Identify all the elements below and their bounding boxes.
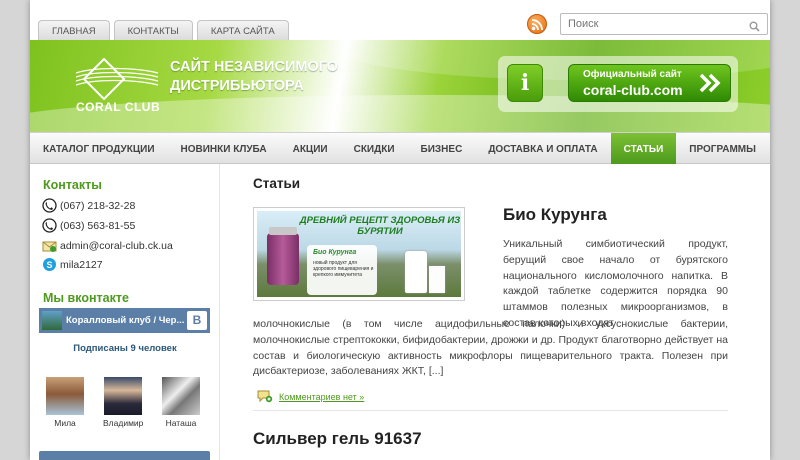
article-title[interactable]: Сильвер гель 91637 [253, 429, 422, 449]
coral-club-logo-icon[interactable] [74, 57, 160, 106]
info-icon: i [520, 70, 530, 96]
tab-contacts[interactable]: КОНТАКТЫ [113, 20, 193, 40]
nav-item-discounts[interactable]: СКИДКИ [341, 133, 408, 164]
image-caption: ДРЕВНИЙ РЕЦЕПТ ЗДОРОВЬЯ ИЗ БУРЯТИИ [299, 215, 461, 237]
image-card: Био Курунга новый продукт для здорового … [307, 245, 377, 295]
phone-2: (063) 563-81-55 [42, 218, 135, 233]
search-input[interactable] [561, 14, 741, 34]
official-site-url: coral-club.com [583, 82, 683, 98]
official-site-label: Официальный сайт [583, 69, 682, 80]
phone-text: (067) 218-32-28 [60, 199, 136, 212]
phone-text: (063) 563-81-55 [60, 219, 136, 232]
header-banner: CORAL CLUB САЙТ НЕЗАВИСИМОГО ДИСТРИБЬЮТО… [30, 40, 770, 132]
vk-group-widget[interactable]: Коралловый клуб / Чер... B [39, 308, 210, 333]
article-thumbnail[interactable]: ДРЕВНИЙ РЕЦЕПТ ЗДОРОВЬЯ ИЗ БУРЯТИИ Био К… [253, 207, 465, 301]
skype-contact: S mila2127 [42, 257, 103, 272]
comment-icon [257, 389, 273, 405]
mail-icon [42, 238, 57, 253]
vk-group-avatar [42, 311, 62, 330]
comments-link[interactable]: Комментариев нет » [257, 389, 364, 405]
image-card-text: новый продукт для здорового пищеварения … [313, 260, 374, 278]
avatar [46, 377, 84, 415]
product-jar-image [267, 227, 299, 285]
nav-item-delivery[interactable]: ДОСТАВКА И ОПЛАТА [475, 133, 610, 164]
image-card-title: Био Курунга [313, 249, 357, 256]
skype-text: mila2127 [60, 258, 103, 271]
vk-logo-icon: B [187, 311, 207, 330]
double-chevron-right-icon [697, 70, 723, 101]
friend-name: Наташа [165, 418, 197, 428]
skype-icon: S [42, 257, 57, 272]
nav-item-articles[interactable]: СТАТЬИ [610, 133, 677, 164]
vk-friend[interactable]: Мила [45, 377, 85, 428]
vk-friend[interactable]: Владимир [103, 377, 143, 428]
main-nav: КАТАЛОГ ПРОДУКЦИИ НОВИНКИ КЛУБА АКЦИИ СК… [30, 132, 770, 164]
widget-header [39, 451, 210, 460]
vk-subscribers-count[interactable]: Подписаны 9 человек [30, 343, 220, 354]
rss-icon[interactable] [527, 14, 547, 34]
tab-home[interactable]: ГЛАВНАЯ [38, 20, 110, 40]
info-button[interactable]: i [507, 64, 543, 102]
svg-text:S: S [46, 260, 52, 270]
article-excerpt-continued: молочнокислые (в том числе ацидофильные … [253, 318, 728, 378]
milk-glass-image [429, 266, 445, 293]
page: ГЛАВНАЯ КОНТАКТЫ КАРТА САЙТА CORA [30, 0, 770, 460]
official-site-button[interactable]: Официальный сайт coral-club.com [568, 64, 731, 102]
nav-item-new[interactable]: НОВИНКИ КЛУБА [168, 133, 280, 164]
milk-bottle-image [405, 251, 427, 293]
search-icon[interactable] [749, 19, 760, 37]
nav-item-business[interactable]: БИЗНЕС [408, 133, 476, 164]
nav-item-programs[interactable]: ПРОГРАММЫ [676, 133, 769, 164]
friend-name: Владимир [103, 418, 144, 428]
friend-name: Мила [54, 418, 76, 428]
vk-group-title: Коралловый клуб / Чер... [66, 315, 185, 326]
avatar [162, 377, 200, 415]
site-title-line: САЙТ НЕЗАВИСИМОГО [170, 59, 339, 75]
page-title: Статьи [253, 176, 301, 191]
top-bar: ГЛАВНАЯ КОНТАКТЫ КАРТА САЙТА [30, 0, 770, 40]
comments-text: Комментариев нет » [279, 392, 365, 402]
avatar [104, 377, 142, 415]
site-title: САЙТ НЕЗАВИСИМОГО ДИСТРИБЬЮТОРА [170, 58, 338, 96]
sidebar: Контакты (067) 218-32-28 (063) 563-81-55… [30, 164, 220, 460]
search-box [560, 13, 768, 35]
email-link[interactable]: admin@coral-club.ck.ua [60, 240, 173, 252]
article-title[interactable]: Био Курунга [503, 205, 607, 225]
email-contact: admin@coral-club.ck.ua [42, 238, 173, 253]
logo-text: CORAL CLUB [76, 100, 161, 114]
phone-icon [42, 218, 57, 233]
phone-icon [42, 198, 57, 213]
tab-sitemap[interactable]: КАРТА САЙТА [196, 20, 289, 40]
main-content: Статьи ДРЕВНИЙ РЕЦЕПТ ЗДОРОВЬЯ ИЗ БУРЯТИ… [221, 164, 770, 460]
contacts-heading: Контакты [43, 178, 102, 192]
divider [253, 410, 728, 411]
nav-item-catalog[interactable]: КАТАЛОГ ПРОДУКЦИИ [30, 133, 168, 164]
top-tabs: ГЛАВНАЯ КОНТАКТЫ КАРТА САЙТА [38, 20, 289, 40]
site-title-line: ДИСТРИБЬЮТОРА [170, 78, 304, 94]
vk-heading: Мы вконтакте [43, 291, 129, 305]
article-image: ДРЕВНИЙ РЕЦЕПТ ЗДОРОВЬЯ ИЗ БУРЯТИИ Био К… [257, 211, 461, 297]
vk-friend[interactable]: Наташа [161, 377, 201, 428]
phone-1: (067) 218-32-28 [42, 198, 135, 213]
nav-item-promotions[interactable]: АКЦИИ [280, 133, 341, 164]
